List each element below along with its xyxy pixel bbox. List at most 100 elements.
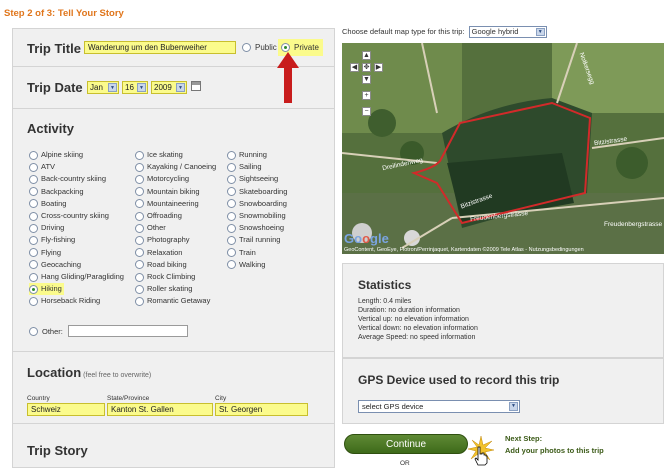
activity-option[interactable]: Snowboarding [227, 198, 289, 210]
activity-radio[interactable] [135, 187, 144, 197]
activity-option[interactable]: Snowmobiling [227, 210, 288, 222]
activity-label: Snowshoeing [239, 223, 285, 233]
country-input[interactable]: Schweiz [27, 403, 105, 416]
day-select[interactable]: 16 ▼ [122, 81, 148, 94]
activity-radio[interactable] [135, 284, 144, 294]
trip-map[interactable]: ▲ ◀ ✥ ▶ ▼ + − Dreilindenweg Freudenbergs… [342, 43, 664, 254]
activity-option[interactable]: Road biking [135, 259, 189, 271]
zoom-in-icon[interactable]: + [362, 91, 371, 100]
activity-radio[interactable] [227, 187, 236, 197]
pan-up-icon[interactable]: ▲ [362, 51, 371, 60]
activity-option[interactable]: Running [227, 149, 269, 161]
activity-option[interactable]: Offroading [135, 210, 184, 222]
activity-radio[interactable] [29, 211, 38, 221]
hand-cursor-icon [474, 446, 488, 466]
activity-radio[interactable] [227, 260, 236, 270]
activity-option[interactable]: Skateboarding [227, 186, 289, 198]
activity-radio[interactable] [135, 211, 144, 221]
chevron-down-icon: ▼ [137, 83, 146, 92]
activity-radio[interactable] [227, 199, 236, 209]
activity-option[interactable]: Mountain biking [135, 186, 202, 198]
year-select[interactable]: 2009 ▼ [151, 81, 187, 94]
public-radio[interactable] [242, 43, 251, 52]
activity-radio[interactable] [29, 162, 38, 172]
activity-radio[interactable] [29, 235, 38, 245]
activity-option[interactable]: Kayaking / Canoeing [135, 161, 218, 173]
activity-option[interactable]: Sailing [227, 161, 264, 173]
activity-radio[interactable] [135, 174, 144, 184]
activity-radio[interactable] [135, 150, 144, 160]
recenter-icon[interactable]: ✥ [362, 63, 371, 72]
activity-radio[interactable] [29, 199, 38, 209]
activity-radio[interactable] [227, 150, 236, 160]
activity-radio[interactable] [135, 248, 144, 258]
month-select[interactable]: Jan ▼ [87, 81, 119, 94]
activity-radio[interactable] [227, 235, 236, 245]
activity-option[interactable]: Snowshoeing [227, 222, 286, 234]
map-type-select[interactable]: Google hybrid ▼ [468, 26, 547, 38]
activity-radio[interactable] [29, 150, 38, 160]
activity-radio[interactable] [135, 272, 144, 282]
activity-radio[interactable] [227, 174, 236, 184]
activity-option[interactable]: Geocaching [29, 259, 83, 271]
pan-right-icon[interactable]: ▶ [374, 63, 383, 72]
activity-radio[interactable] [29, 187, 38, 197]
activity-option[interactable]: Flying [29, 247, 63, 259]
other-radio[interactable] [29, 327, 38, 336]
activity-option[interactable]: Hang Gliding/Paragliding [29, 271, 126, 283]
activity-option[interactable]: Photography [135, 234, 192, 246]
activity-label: Driving [41, 223, 65, 233]
activity-radio[interactable] [227, 162, 236, 172]
activity-radio[interactable] [135, 223, 144, 233]
activity-option[interactable]: Backpacking [29, 186, 86, 198]
activity-radio[interactable] [29, 174, 38, 184]
activity-option[interactable]: Relaxation [135, 247, 184, 259]
activity-radio[interactable] [29, 284, 38, 294]
activity-radio[interactable] [29, 296, 38, 306]
activity-radio[interactable] [135, 162, 144, 172]
activity-option[interactable]: Ice skating [135, 149, 185, 161]
stat-vertical-down: Vertical down: no elevation information [358, 325, 478, 332]
activity-option[interactable]: Hiking [29, 283, 64, 296]
activity-option[interactable]: Back-country skiing [29, 173, 108, 185]
activity-radio[interactable] [29, 248, 38, 258]
activity-option[interactable]: Roller skating [135, 283, 194, 295]
pan-down-icon[interactable]: ▼ [362, 75, 371, 84]
activity-option[interactable]: Other [135, 222, 168, 234]
activity-radio[interactable] [29, 260, 38, 270]
trip-title-input[interactable]: Wanderung um den Bubenweiher [84, 41, 236, 54]
activity-option[interactable]: Driving [29, 222, 66, 234]
activity-option[interactable]: Walking [227, 259, 267, 271]
activity-radio[interactable] [135, 199, 144, 209]
activity-radio[interactable] [135, 260, 144, 270]
state-input[interactable]: Kanton St. Gallen [107, 403, 213, 416]
activity-option[interactable]: Horseback Riding [29, 295, 102, 307]
activity-radio[interactable] [29, 223, 38, 233]
activity-option[interactable]: ATV [29, 161, 57, 173]
calendar-icon[interactable] [191, 81, 201, 91]
activity-option[interactable]: Cross-country skiing [29, 210, 111, 222]
activity-option[interactable]: Motorcycling [135, 173, 191, 185]
activity-option[interactable]: Trail running [227, 234, 282, 246]
private-radio[interactable] [281, 43, 290, 52]
activity-radio[interactable] [135, 296, 144, 306]
activity-radio[interactable] [227, 223, 236, 233]
activity-option[interactable]: Fly-fishing [29, 234, 77, 246]
activity-radio[interactable] [135, 235, 144, 245]
activity-option[interactable]: Mountaineering [135, 198, 201, 210]
activity-option[interactable]: Sightseeing [227, 173, 280, 185]
activity-radio[interactable] [29, 272, 38, 282]
activity-option[interactable]: Train [227, 247, 258, 259]
activity-option[interactable]: Rock Climbing [135, 271, 197, 283]
continue-button[interactable]: Continue [344, 434, 468, 454]
zoom-out-icon[interactable]: − [362, 107, 371, 116]
activity-option[interactable]: Alpine skiing [29, 149, 85, 161]
activity-option[interactable]: Boating [29, 198, 68, 210]
gps-device-select[interactable]: select GPS device ▼ [358, 400, 520, 413]
activity-option[interactable]: Romantic Getaway [135, 295, 212, 307]
other-activity-input[interactable] [68, 325, 188, 337]
activity-radio[interactable] [227, 248, 236, 258]
activity-radio[interactable] [227, 211, 236, 221]
pan-left-icon[interactable]: ◀ [350, 63, 359, 72]
city-input[interactable]: St. Georgen [215, 403, 308, 416]
